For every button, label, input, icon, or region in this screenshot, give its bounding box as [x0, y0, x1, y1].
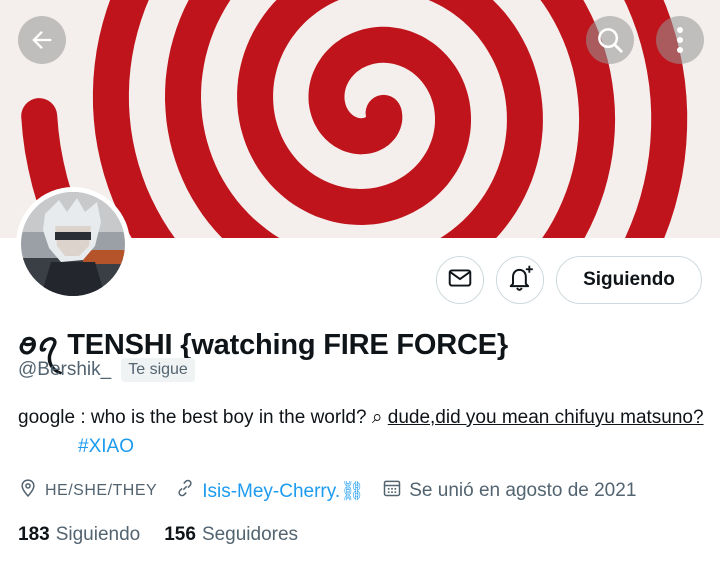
avatar-image	[21, 192, 125, 296]
envelope-icon	[447, 265, 473, 296]
follow-stats: 183 Siguiendo 156 Seguidores	[18, 524, 298, 546]
handle-row: @Bershik_ Te sigue	[18, 358, 195, 382]
following-count: 183	[18, 524, 50, 545]
user-handle: @Bershik_	[18, 359, 112, 380]
pronouns-text: HE/SHE/THEY	[45, 482, 158, 499]
hashtag-link[interactable]: #XIAO	[78, 436, 134, 457]
location-pin-icon	[18, 478, 38, 504]
profile-meta: HE/SHE/THEY Isis-Mey-Cherry.⛓ Se unió en…	[18, 478, 654, 504]
avatar[interactable]	[16, 187, 130, 301]
more-vertical-icon	[675, 25, 685, 55]
bio-suggestion: dude,did you mean chifuyu matsuno?	[387, 407, 704, 428]
following-label: Siguiendo	[55, 524, 141, 545]
search-icon	[595, 25, 625, 55]
website-link[interactable]: Isis-Mey-Cherry.⛓	[202, 479, 364, 503]
arrow-left-icon	[28, 26, 56, 54]
followers-stat[interactable]: 156 Seguidores	[164, 524, 298, 546]
search-button[interactable]	[586, 16, 634, 64]
following-button[interactable]: Siguiendo	[556, 256, 702, 304]
joined-date: Se unió en agosto de 2021	[409, 480, 637, 501]
pronouns-item: HE/SHE/THEY	[18, 478, 157, 504]
message-button[interactable]	[436, 256, 484, 304]
following-button-label: Siguiendo	[583, 269, 675, 290]
follows-you-badge: Te sigue	[121, 358, 195, 382]
followers-label: Seguidores	[201, 524, 299, 545]
notifications-button[interactable]	[496, 256, 544, 304]
following-stat[interactable]: 183 Siguiendo	[18, 524, 140, 546]
bell-plus-icon	[506, 264, 534, 297]
followers-count: 156	[164, 524, 196, 545]
profile-bio: google : who is the best boy in the worl…	[18, 403, 708, 461]
link-icon	[175, 478, 195, 504]
more-options-button[interactable]	[656, 16, 704, 64]
calendar-icon	[382, 478, 402, 504]
website-item[interactable]: Isis-Mey-Cherry.⛓	[175, 478, 364, 504]
bio-text: google : who is the best boy in the worl…	[18, 407, 388, 428]
joined-item: Se unió en agosto de 2021	[382, 478, 636, 504]
back-button[interactable]	[18, 16, 66, 64]
